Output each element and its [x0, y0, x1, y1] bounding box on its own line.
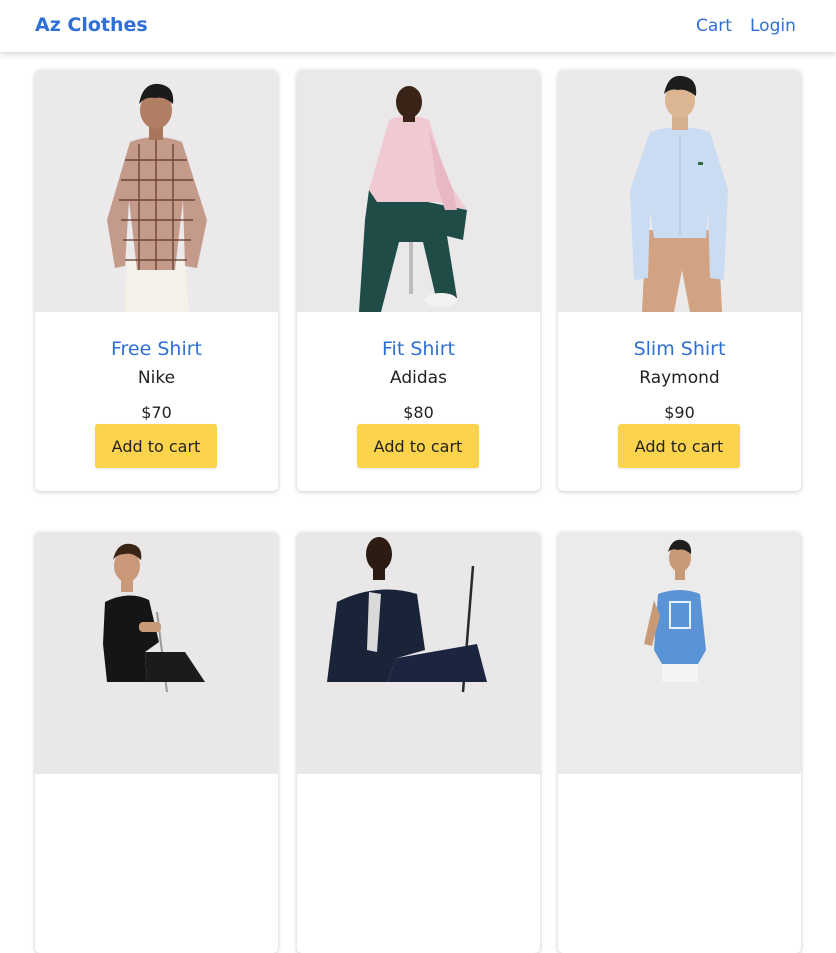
add-to-cart-button[interactable]: Add to cart [357, 424, 479, 468]
product-image[interactable] [35, 70, 278, 312]
nav-cart-link[interactable]: Cart [696, 16, 732, 36]
add-to-cart-button[interactable]: Add to cart [95, 424, 217, 468]
product-brand: Nike [137, 368, 176, 388]
product-image[interactable] [558, 70, 801, 312]
product-title[interactable]: Fit Shirt [297, 338, 540, 360]
nav-login-link[interactable]: Login [750, 16, 796, 36]
product-brand: Raymond [639, 368, 720, 388]
product-title[interactable]: Free Shirt [35, 338, 278, 360]
product-card [35, 532, 278, 953]
product-card [558, 532, 801, 953]
product-card-free-shirt: Free Shirt Nike $70 Add to cart [35, 70, 278, 491]
product-brand: Adidas [390, 368, 447, 388]
product-card-fit-shirt: Fit Shirt Adidas $80 Add to cart [297, 70, 540, 491]
add-to-cart-button[interactable]: Add to cart [618, 424, 740, 468]
product-title[interactable]: Slim Shirt [558, 338, 801, 360]
product-image[interactable] [558, 532, 801, 774]
product-image[interactable] [297, 70, 540, 312]
product-image[interactable] [35, 532, 278, 774]
product-price: $90 [664, 403, 695, 422]
product-card-slim-shirt: Slim Shirt Raymond $90 Add to cart [558, 70, 801, 491]
brand-logo-link[interactable]: Az Clothes [35, 14, 148, 36]
product-image[interactable] [297, 532, 540, 774]
product-card [297, 532, 540, 953]
product-price: $80 [403, 403, 434, 422]
product-price: $70 [141, 403, 172, 422]
navbar: Az Clothes Cart Login [0, 0, 836, 52]
